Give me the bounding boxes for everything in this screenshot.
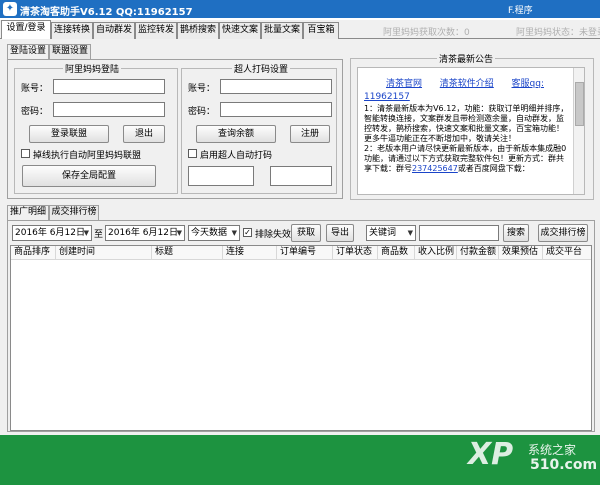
chevron-down-icon: ▼: [83, 229, 89, 237]
tab-auto-broadcast[interactable]: 自动群发: [93, 22, 135, 39]
tab-quick-copy[interactable]: 快速文案: [219, 22, 261, 39]
date-from-picker[interactable]: 2016年 6月12日 ▼: [12, 225, 92, 241]
notice-text-2-post: 或者百度网盘下载：: [457, 164, 530, 173]
search-button[interactable]: 搜索: [503, 224, 529, 242]
tab-queqiao-search[interactable]: 鹊桥搜索: [177, 22, 219, 39]
notice-title: 清茶最新公告: [437, 52, 496, 65]
watermark-domain: 510.com: [530, 457, 598, 473]
captcha-group-title: 超人打码设置: [232, 62, 291, 75]
alimama-account-label: 账号：: [21, 84, 49, 94]
col-created-time[interactable]: 创建时间: [56, 246, 152, 260]
range-value: 今天数据: [191, 228, 228, 238]
export-button[interactable]: 导出: [326, 224, 354, 242]
alimama-password-label: 密码：: [21, 107, 49, 117]
program-menu[interactable]: F.程序: [508, 3, 533, 16]
table-header-row: 商品排序 创建时间 标题 连接 订单编号 订单状态 商品数 收入比例 付款金额 …: [11, 246, 591, 260]
date-to-value: 2016年 6月12日: [108, 228, 178, 238]
captcha-field-1[interactable]: [188, 166, 254, 186]
support-qq-link[interactable]: 客服qq:: [512, 79, 544, 89]
chevron-down-icon: ▼: [231, 229, 237, 237]
deal-rank-button[interactable]: 成交排行榜: [538, 224, 588, 242]
date-from-value: 2016年 6月12日: [15, 228, 85, 238]
notice-content: 清茶官网 清茶软件介绍 客服qq: 11962157 1：清茶最新版本为V6.1…: [358, 68, 573, 194]
col-order-status[interactable]: 订单状态: [333, 246, 378, 260]
fetch-count-status: 阿里妈妈获取次数：0: [383, 28, 470, 38]
tab-monitor-forward[interactable]: 监控转发: [135, 22, 177, 39]
title-bar: ✦ 清茶淘客助手V6.12 QQ:11962157 F.程序: [0, 0, 600, 18]
notice-box: 清茶官网 清茶软件介绍 客服qq: 11962157 1：清茶最新版本为V6.1…: [357, 67, 585, 195]
exclude-invalid-checkbox[interactable]: ✓: [243, 228, 252, 237]
to-label: 至: [94, 230, 104, 240]
enable-captcha-label: 启用超人自动打码: [200, 151, 273, 161]
col-deal-platform[interactable]: 成交平台: [543, 246, 592, 260]
exclude-invalid-label: 排除失效: [255, 230, 292, 240]
main-content: 登陆设置 联盟设置 阿里妈妈登陆 账号： 密码： 登录联盟 退出 掉线执行自动阿…: [0, 39, 600, 435]
support-qq-number[interactable]: 11962157: [364, 92, 571, 102]
logout-button[interactable]: 退出: [123, 125, 165, 143]
chevron-down-icon: ▼: [176, 229, 182, 237]
window-title: 清茶淘客助手V6.12 QQ:11962157: [20, 7, 193, 18]
col-income-ratio[interactable]: 收入比例: [415, 246, 457, 260]
notice-scrollbar[interactable]: [573, 68, 584, 194]
keyword-select-value: 关键词: [369, 228, 397, 238]
col-effect-estimate[interactable]: 效果预估: [499, 246, 543, 260]
tab-batch-copy[interactable]: 批量文案: [261, 22, 303, 39]
col-item-rank[interactable]: 商品排序: [11, 246, 56, 260]
watermark-logo: XP: [468, 437, 514, 472]
register-button[interactable]: 注册: [290, 125, 330, 143]
alimama-password-input[interactable]: [53, 102, 165, 117]
official-site-link[interactable]: 清茶官网: [386, 79, 422, 89]
tab-link-convert[interactable]: 连接转换: [51, 22, 93, 39]
range-select[interactable]: 今天数据 ▼: [188, 225, 240, 241]
captcha-password-label: 密码：: [188, 107, 216, 117]
alimama-account-input[interactable]: [53, 79, 165, 94]
col-item-count[interactable]: 商品数: [378, 246, 415, 260]
fetch-button[interactable]: 获取: [291, 224, 321, 242]
details-panel: 2016年 6月12日 ▼ 至 2016年 6月12日 ▼ 今天数据 ▼ ✓ 排除失效…: [7, 220, 595, 432]
qq-group-link[interactable]: 237425647: [412, 164, 458, 173]
col-payment-amount[interactable]: 付款金额: [457, 246, 499, 260]
date-to-picker[interactable]: 2016年 6月12日 ▼: [105, 225, 185, 241]
keyword-select[interactable]: 关键词 ▼: [366, 225, 416, 241]
captcha-settings-group: 超人打码设置 账号： 密码： 查询余额 注册 启用超人自动打码: [181, 62, 337, 194]
chevron-down-icon: ▼: [407, 229, 413, 237]
tab-toolbox[interactable]: 百宝箱: [303, 22, 339, 39]
notice-text-1: 1：清茶最新版本为V6.12，功能：获取订单明细并排序，智能转换连接，文案群发且…: [364, 104, 569, 143]
captcha-account-input[interactable]: [220, 79, 332, 94]
notice-text-2: 2：老版本用户请尽快更新最新版本，由于新版本集成融0功能，请通过以下方式获取完整…: [364, 144, 571, 174]
captcha-password-input[interactable]: [220, 102, 332, 117]
tab-settings-login[interactable]: 设置/登录: [1, 20, 51, 40]
software-intro-link[interactable]: 清茶软件介绍: [440, 79, 494, 89]
tab-deal-ranking[interactable]: 成交排行榜: [49, 205, 99, 220]
enable-captcha-checkbox[interactable]: [188, 149, 197, 158]
settings-panel: 阿里妈妈登陆 账号： 密码： 登录联盟 退出 掉线执行自动阿里妈妈联盟 保存全局…: [7, 59, 343, 199]
login-state-status: 阿里妈妈状态：未登录: [516, 28, 600, 38]
subtab-alliance-settings[interactable]: 联盟设置: [49, 44, 91, 59]
notice-group: 清茶最新公告 清茶官网 清茶软件介绍 客服qq: 11962157 1：清茶最新…: [350, 52, 594, 200]
alimama-group-title: 阿里妈妈登陆: [63, 62, 122, 75]
notice-scroll-thumb[interactable]: [575, 82, 584, 126]
auto-relogin-label: 掉线执行自动阿里妈妈联盟: [33, 151, 142, 161]
col-order-number[interactable]: 订单编号: [277, 246, 333, 260]
keyword-input[interactable]: [419, 225, 499, 241]
auto-relogin-checkbox[interactable]: [21, 149, 30, 158]
orders-table: 商品排序 创建时间 标题 连接 订单编号 订单状态 商品数 收入比例 付款金额 …: [10, 245, 592, 431]
footer-band: XP 系统之家 510.com: [0, 435, 600, 485]
main-tab-strip: 设置/登录 连接转换 自动群发 监控转发 鹊桥搜索 快速文案 批量文案 百宝箱: [0, 20, 600, 40]
watermark-site-name: 系统之家: [528, 443, 577, 457]
save-config-button[interactable]: 保存全局配置: [22, 165, 156, 187]
col-link[interactable]: 连接: [223, 246, 277, 260]
captcha-field-2[interactable]: [270, 166, 332, 186]
alimama-login-group: 阿里妈妈登陆 账号： 密码： 登录联盟 退出 掉线执行自动阿里妈妈联盟 保存全局…: [14, 62, 178, 194]
tab-promotion-details[interactable]: 推广明细: [7, 205, 49, 220]
query-balance-button[interactable]: 查询余额: [196, 125, 276, 143]
login-alliance-button[interactable]: 登录联盟: [29, 125, 109, 143]
app-icon: ✦: [3, 2, 17, 16]
captcha-account-label: 账号：: [188, 84, 216, 94]
col-title[interactable]: 标题: [152, 246, 223, 260]
subtab-login-settings[interactable]: 登陆设置: [7, 44, 49, 59]
